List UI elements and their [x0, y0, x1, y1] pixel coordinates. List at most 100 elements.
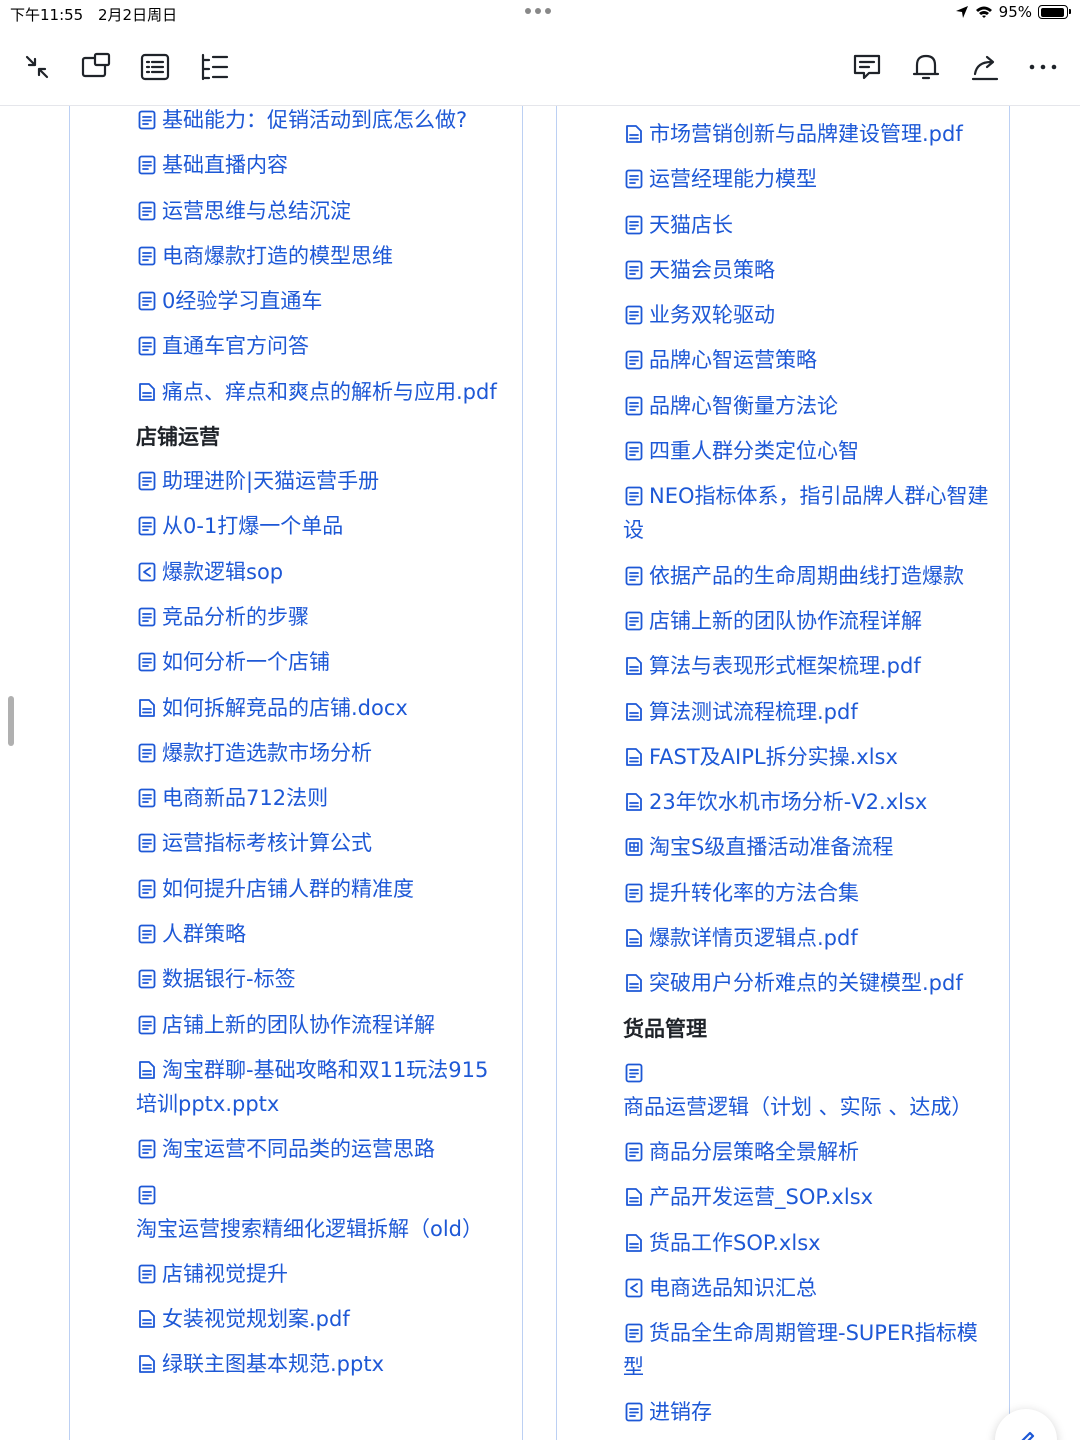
- doc-link[interactable]: 突破用户分析难点的关键模型.pdf: [623, 966, 989, 1000]
- doc-link-label: 电商选品知识汇总: [649, 1275, 817, 1300]
- doc-link[interactable]: 市场营销创新与品牌建设管理.pdf: [623, 117, 989, 151]
- doc-icon: [623, 1056, 645, 1090]
- doc-link[interactable]: 电商爆款打造的模型思维: [136, 239, 502, 273]
- doc-link[interactable]: 算法测试流程梳理.pdf: [623, 695, 989, 729]
- doc-icon: [623, 604, 645, 638]
- doc-icon: [136, 194, 158, 228]
- doc-link[interactable]: 进销存: [623, 1395, 989, 1429]
- doc-link[interactable]: 直通车官方问答: [136, 329, 502, 363]
- list-view-icon[interactable]: [138, 50, 172, 84]
- wifi-icon: [975, 6, 992, 18]
- doc-link-label: 进销存: [649, 1400, 712, 1425]
- section-heading: 货品管理: [623, 1016, 707, 1041]
- doc-link[interactable]: 天猫会员策略: [623, 253, 989, 287]
- doc-link-label: 店铺上新的团队协作流程详解: [162, 1012, 435, 1037]
- doc-link-label: 天猫店长: [649, 212, 733, 237]
- doc-link[interactable]: 从0-1打爆一个单品: [136, 509, 502, 543]
- collapse-icon[interactable]: [20, 50, 54, 84]
- doc-link[interactable]: 淘宝群聊-基础攻略和双11玩法915培训pptx.pptx: [136, 1053, 502, 1121]
- doc-link[interactable]: 运营思维与总结沉淀: [136, 194, 502, 228]
- doc-link[interactable]: FAST及AIPL拆分实操.xlsx: [623, 740, 989, 774]
- file-icon: [623, 966, 645, 1000]
- comment-icon[interactable]: [850, 50, 884, 84]
- doc-link-label: 爆款详情页逻辑点.pdf: [649, 926, 858, 951]
- doc-link[interactable]: 店铺视觉提升: [136, 1257, 502, 1291]
- doc-link[interactable]: NEO指标体系，指引品牌人群心智建设: [623, 479, 989, 547]
- doc-link[interactable]: 痛点、痒点和爽点的解析与应用.pdf: [136, 375, 502, 409]
- doc-link[interactable]: 淘宝S级直播活动准备流程: [623, 830, 989, 864]
- doc-link[interactable]: 店铺上新的团队协作流程详解: [136, 1008, 502, 1042]
- doc-link[interactable]: 如何分析一个店铺: [136, 645, 502, 679]
- doc-icon: [136, 1132, 158, 1166]
- doc-link[interactable]: 算法与表现形式框架梳理.pdf: [623, 649, 989, 683]
- doc-link[interactable]: 数据银行-标签: [136, 962, 502, 996]
- doc-link-label: 算法测试流程梳理.pdf: [649, 699, 858, 724]
- doc-link[interactable]: 商品运营逻辑（计划 、实际 、达成）: [623, 1056, 989, 1124]
- file-icon: [623, 649, 645, 683]
- doc-link[interactable]: 品牌心智运营策略: [623, 343, 989, 377]
- doc-link[interactable]: 货品工作SOP.xlsx: [623, 1226, 989, 1260]
- scroll-indicator[interactable]: [8, 696, 14, 746]
- doc-link-label: 如何拆解竞品的店铺.docx: [162, 695, 408, 720]
- doc-link[interactable]: 基础能力：促销活动到底怎么做?: [136, 106, 502, 137]
- doc-icon: [623, 162, 645, 196]
- doc-link[interactable]: 淘宝运营不同品类的运营思路: [136, 1132, 502, 1166]
- multitask-dots-icon[interactable]: [525, 8, 551, 14]
- file-icon: [623, 1180, 645, 1214]
- status-bar: 下午11:55 2月2日周日 95%: [0, 0, 1080, 30]
- doc-link[interactable]: 品牌心智衡量方法论: [623, 389, 989, 423]
- doc-link[interactable]: 业务双轮驱动: [623, 298, 989, 332]
- bell-icon[interactable]: [909, 50, 943, 84]
- doc-link[interactable]: 电商新品712法则: [136, 781, 502, 815]
- doc-link-label: 商品运营逻辑（计划 、实际 、达成）: [623, 1094, 973, 1119]
- doc-link[interactable]: 运营经理能力模型: [623, 162, 989, 196]
- doc-link[interactable]: 爆款打造选款市场分析: [136, 736, 502, 770]
- doc-link[interactable]: 人群策略: [136, 917, 502, 951]
- outline-icon[interactable]: [197, 50, 231, 84]
- doc-link-label: 淘宝运营搜索精细化逻辑拆解（old）: [136, 1216, 484, 1241]
- doc-link[interactable]: 电商选品知识汇总: [623, 1271, 989, 1305]
- doc-link[interactable]: 女装视觉规划案.pdf: [136, 1302, 502, 1336]
- doc-link[interactable]: 运营指标考核计算公式: [136, 826, 502, 860]
- doc-link[interactable]: 货品全生命周期管理-SUPER指标模型: [623, 1316, 989, 1384]
- doc-link[interactable]: 提升转化率的方法合集: [623, 876, 989, 910]
- doc-link[interactable]: 0经验学习直通车: [136, 284, 502, 318]
- doc-link[interactable]: 绿联主图基本规范.pptx: [136, 1347, 502, 1381]
- doc-icon: [136, 645, 158, 679]
- doc-toolbar: [0, 30, 1080, 106]
- doc-link-label: 店铺视觉提升: [162, 1261, 288, 1286]
- doc-link[interactable]: 竞品分析的步骤: [136, 600, 502, 634]
- file-icon: [136, 1053, 158, 1087]
- doc-icon: [623, 253, 645, 287]
- doc-icon: [136, 329, 158, 363]
- doc-link-label: 如何分析一个店铺: [162, 650, 330, 675]
- doc-link[interactable]: 基础直播内容: [136, 148, 502, 182]
- doc-link[interactable]: 店铺上新的团队协作流程详解: [623, 604, 989, 638]
- doc-link[interactable]: 爆款逻辑sop: [136, 555, 502, 589]
- doc-link[interactable]: 产品开发运营_SOP.xlsx: [623, 1180, 989, 1214]
- doc-link[interactable]: 如何提升店铺人群的精准度: [136, 872, 502, 906]
- doc-link[interactable]: 23年饮水机市场分析-V2.xlsx: [623, 785, 989, 819]
- doc-link-label: 依据产品的生命周期曲线打造爆款: [649, 563, 964, 588]
- doc-link[interactable]: 依据产品的生命周期曲线打造爆款: [623, 559, 989, 593]
- doc-link[interactable]: 助理进阶|天猫运营手册: [136, 464, 502, 498]
- doc-link[interactable]: 商品分层策略全景解析: [623, 1135, 989, 1169]
- doc-link[interactable]: 天猫店长: [623, 208, 989, 242]
- doc-link-label: 爆款打造选款市场分析: [162, 740, 372, 765]
- doc-link[interactable]: 爆款详情页逻辑点.pdf: [623, 921, 989, 955]
- doc-icon: [136, 962, 158, 996]
- doc-link[interactable]: 四重人群分类定位心智: [623, 434, 989, 468]
- doc-link-label: 基础能力：促销活动到底怎么做?: [162, 108, 468, 132]
- doc-link-label: 电商爆款打造的模型思维: [162, 243, 393, 268]
- doc-link[interactable]: 如何拆解竞品的店铺.docx: [136, 691, 502, 725]
- doc-link-label: 天猫会员策略: [649, 257, 775, 282]
- share-icon[interactable]: [968, 50, 1002, 84]
- doc-link-label: 货品工作SOP.xlsx: [649, 1230, 821, 1255]
- battery-percent: 95%: [998, 3, 1032, 21]
- doc-link[interactable]: 淘宝运营搜索精细化逻辑拆解（old）: [136, 1178, 502, 1246]
- mindmap-icon: [623, 1271, 645, 1305]
- file-icon: [136, 691, 158, 725]
- more-icon[interactable]: [1026, 50, 1060, 84]
- doc-link-label: 基础直播内容: [162, 153, 288, 178]
- window-icon[interactable]: [79, 50, 113, 84]
